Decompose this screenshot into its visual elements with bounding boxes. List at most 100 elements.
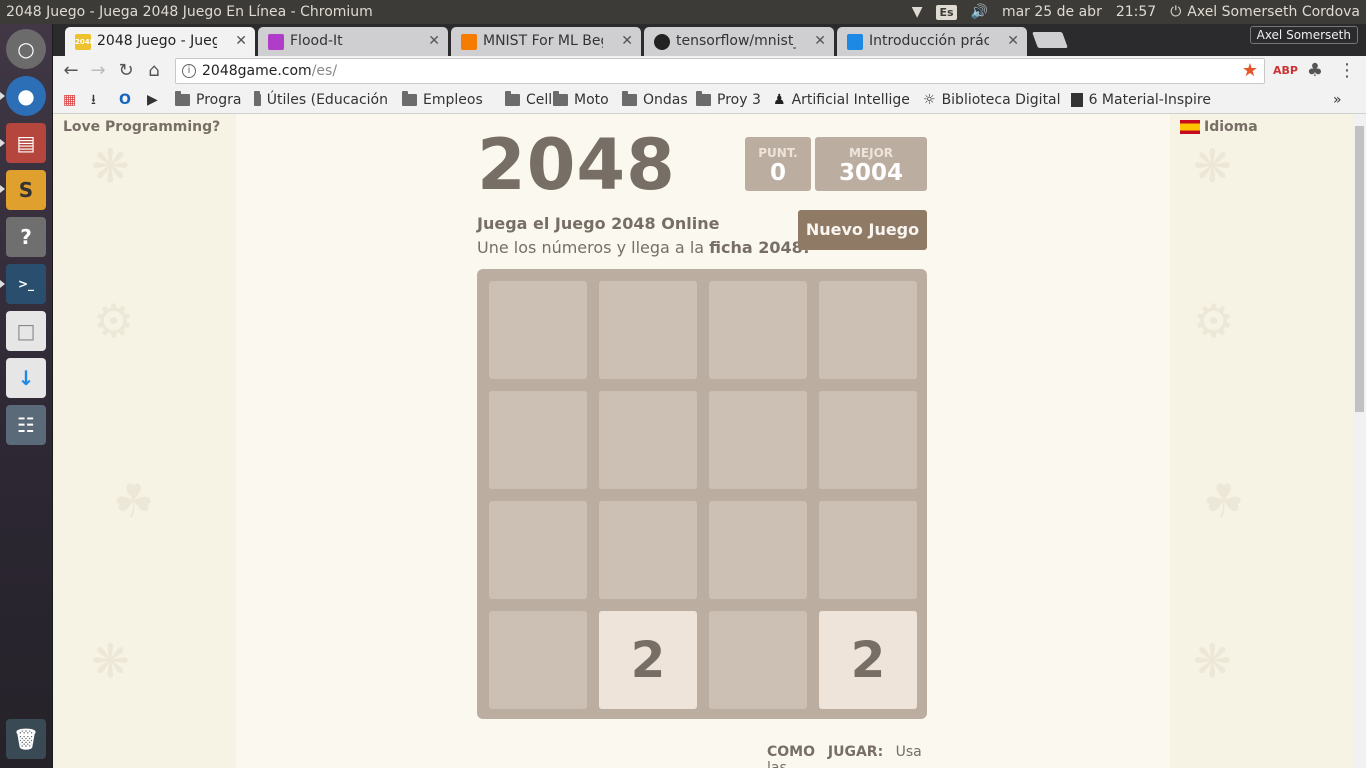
tab-close-icon[interactable]: ✕ [235, 27, 247, 55]
wifi-icon[interactable]: ▼ [912, 0, 923, 24]
tab-label: Flood-It [290, 33, 343, 49]
best-value: 3004 [838, 160, 903, 186]
how-to-play: COMO JUGAR: Usa las [767, 744, 927, 768]
folder-icon [553, 91, 568, 106]
forward-arrow-icon[interactable]: → [86, 60, 110, 82]
address-bar[interactable]: i 2048game.com/es/ ★ [175, 58, 1265, 84]
gnome-extension-icon[interactable]: ♣ [1303, 60, 1327, 82]
back-arrow-icon[interactable]: ← [59, 60, 83, 82]
bookmark-material-inspire[interactable]: 6 Material-Inspire [1071, 90, 1211, 110]
ubuntu-dash-icon[interactable]: ○ [6, 29, 46, 69]
bookmark-folder-ondas[interactable]: Ondas [622, 90, 692, 110]
help-icon[interactable]: ? [6, 217, 46, 257]
new-game-button[interactable]: Nuevo Juego [798, 210, 927, 250]
board-cell [819, 501, 917, 599]
fork-decoration-icon: ⚙ [1193, 294, 1235, 348]
reload-icon[interactable]: ↻ [114, 60, 138, 82]
download-icon[interactable]: ⭳ [91, 90, 96, 110]
board-cell [489, 611, 587, 709]
os-top-panel: 2048 Juego - Juega 2048 Juego En Línea -… [0, 0, 1366, 24]
bookmark-biblioteca-digital[interactable]: ☼ Biblioteca Digital [923, 90, 1061, 110]
tab-github[interactable]: tensorflow/mnist_s ✕ [644, 27, 834, 56]
pineapple-decoration-icon: ❋ [91, 139, 130, 193]
folder-icon [254, 91, 261, 106]
folder-icon [402, 91, 417, 106]
volume-icon[interactable]: 🔊 [971, 0, 988, 24]
bookmark-artificial-intelligence[interactable]: ♟ Artificial Intellige [773, 90, 911, 110]
tab-close-icon[interactable]: ✕ [621, 27, 633, 55]
tab-favicon-github [654, 34, 670, 50]
tile-2: 2 [819, 611, 917, 709]
game-board[interactable]: 22 [477, 269, 927, 719]
trash-icon[interactable]: 🗑 [6, 719, 46, 759]
score-value: 0 [769, 160, 786, 186]
tab-introduccion[interactable]: Introducción práctic ✕ [837, 27, 1027, 56]
terminal-icon[interactable]: >_ [6, 264, 46, 304]
page-scrollbar[interactable] [1353, 114, 1366, 768]
running-indicator [0, 185, 5, 193]
board-cell [489, 501, 587, 599]
browser-toolbar: ← → ↻ ⌂ i 2048game.com/es/ ★ ABP ♣ ⋮ [53, 56, 1366, 86]
intro-text: Une los números y llega a la [477, 238, 710, 257]
bookmark-icon[interactable]: ▶ [147, 90, 158, 110]
bookmark-folder-moto[interactable]: Moto [553, 90, 615, 110]
tile-2: 2 [599, 611, 697, 709]
board-cell [489, 391, 587, 489]
sublime-text-icon[interactable]: S [6, 170, 46, 210]
menu-icon[interactable]: ⋮ [1335, 60, 1359, 82]
bookmark-folder-proy3[interactable]: Proy 3 [696, 90, 766, 110]
tab-flood-it[interactable]: Flood-It ✕ [258, 27, 448, 56]
board-cell [599, 391, 697, 489]
bookmark-folder-empleos[interactable]: Empleos [402, 90, 490, 110]
bookmark-folder-progra[interactable]: Progra [175, 90, 247, 110]
tab-favicon-tensorflow [461, 34, 477, 50]
tab-label: 2048 Juego - Juega [97, 33, 217, 49]
home-icon[interactable]: ⌂ [142, 60, 166, 82]
bookmarks-bar: ▦ ⭳ O ▶ Progra Útiles (Educación Empleos… [53, 86, 1366, 114]
clock-date[interactable]: mar 25 de abr [1002, 0, 1102, 24]
tab-2048[interactable]: 2048 2048 Juego - Juega ✕ [65, 27, 255, 56]
clock-time[interactable]: 21:57 [1116, 0, 1156, 24]
outlook-icon[interactable]: O [119, 90, 131, 110]
adblock-icon[interactable]: ABP [1273, 60, 1298, 82]
files-icon[interactable]: ▤ [6, 123, 46, 163]
new-tab-button[interactable] [1032, 32, 1068, 48]
board-cell [709, 281, 807, 379]
board-cell [599, 501, 697, 599]
game-intro: Juega el Juego 2048 Online Une los númer… [477, 212, 810, 260]
keyboard-layout[interactable]: Es [936, 4, 957, 20]
language-selector[interactable]: Idioma [1180, 119, 1258, 135]
apps-icon[interactable]: ▦ [63, 90, 76, 110]
tab-label: tensorflow/mnist_s [676, 33, 796, 49]
language-label: Idioma [1204, 119, 1258, 135]
running-indicator [0, 280, 5, 288]
site-info-icon[interactable]: i [182, 64, 196, 78]
tab-label: MNIST For ML Begi [483, 33, 603, 49]
love-programming-link[interactable]: Love Programming? [63, 119, 220, 135]
software-center-icon[interactable]: ↓ [6, 358, 46, 398]
pineapple-decoration-icon: ❋ [1193, 139, 1232, 193]
user-name[interactable]: Axel Somerseth Cordova [1187, 0, 1360, 24]
power-icon[interactable]: ⏻ [1170, 0, 1181, 24]
tab-mnist[interactable]: MNIST For ML Begi ✕ [451, 27, 641, 56]
bookmark-star-icon[interactable]: ★ [1242, 59, 1258, 83]
score-label: PUNT. [758, 146, 798, 160]
tab-close-icon[interactable]: ✕ [428, 27, 440, 55]
window-title: 2048 Juego - Juega 2048 Juego En Línea -… [6, 4, 373, 20]
tab-close-icon[interactable]: ✕ [1007, 27, 1019, 55]
bookmarks-overflow-chevron[interactable]: » [1333, 90, 1342, 110]
cherry-decoration-icon: ☘ [1203, 474, 1245, 528]
settings-icon[interactable]: ☷ [6, 405, 46, 445]
document-icon[interactable]: □ [6, 311, 46, 351]
page-content: ❋ ⚙ ☘ ❋ ❋ ⚙ ☘ ❋ Love Programming? Idioma… [53, 114, 1353, 768]
left-sidebar [53, 114, 236, 768]
chromium-icon[interactable]: ● [6, 76, 46, 116]
profile-button[interactable]: Axel Somerseth [1249, 26, 1358, 44]
best-box: MEJOR 3004 [815, 137, 927, 191]
board-cell [489, 281, 587, 379]
pineapple-decoration-icon: ❋ [1193, 634, 1232, 688]
scrollbar-thumb[interactable] [1355, 126, 1364, 412]
bookmark-folder-utiles[interactable]: Útiles (Educación [254, 90, 388, 110]
score-box: PUNT. 0 [745, 137, 811, 191]
tab-close-icon[interactable]: ✕ [814, 27, 826, 55]
